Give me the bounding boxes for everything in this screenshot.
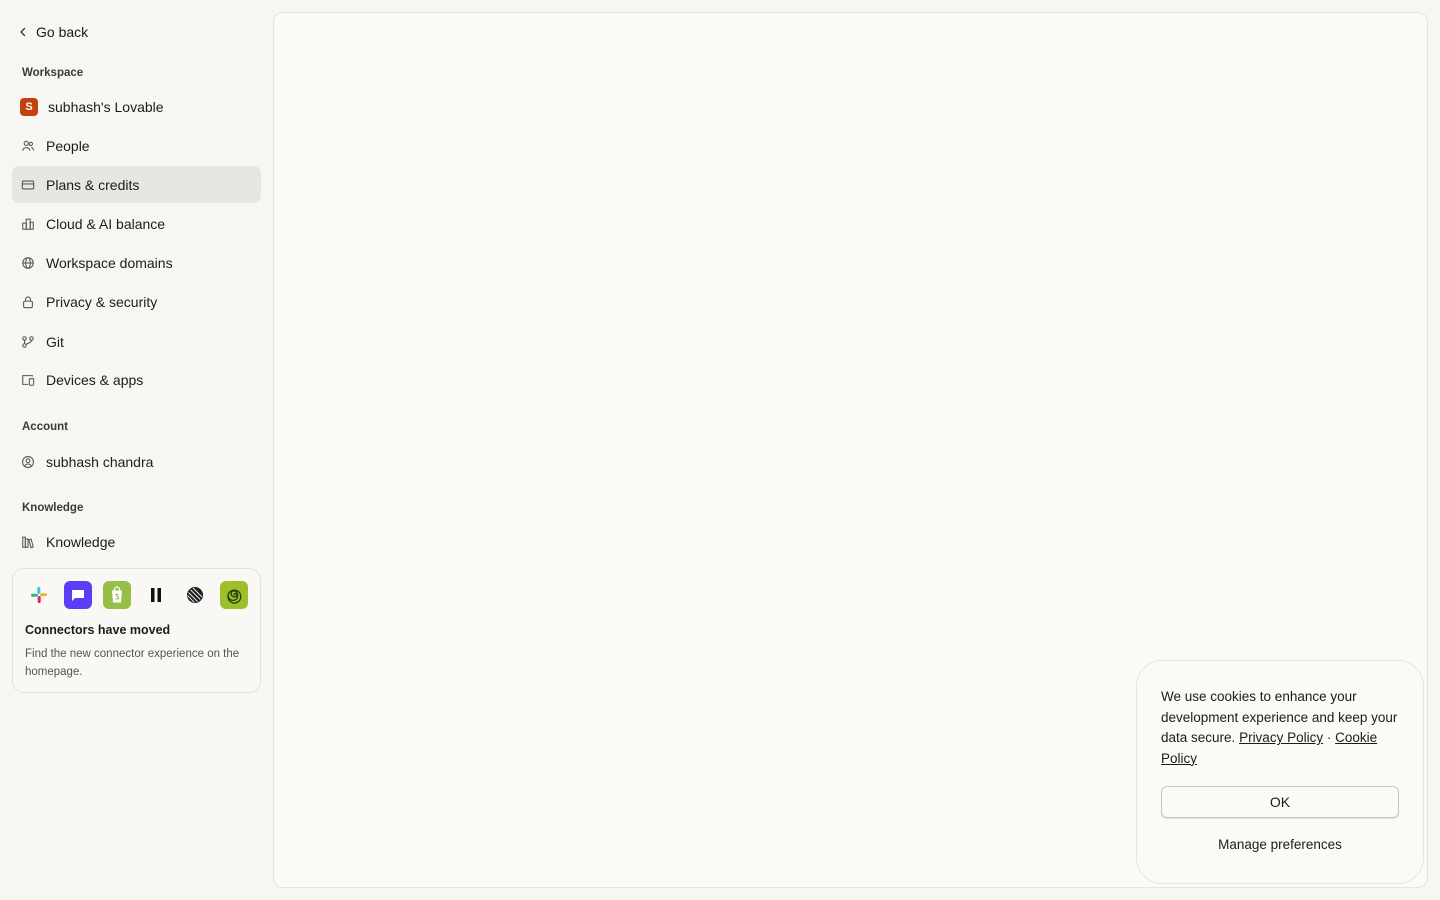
sidebar-item-privacy-security[interactable]: Privacy & security (12, 283, 261, 320)
sidebar-item-label: subhash chandra (46, 453, 154, 470)
git-branch-icon (20, 334, 36, 350)
workspace-badge: S (20, 97, 38, 116)
cookie-banner-text: We use cookies to enhance your developme… (1161, 687, 1399, 769)
credit-card-icon (20, 177, 36, 193)
sidebar-item-cloud-ai-balance[interactable]: Cloud & AI balance (12, 205, 261, 242)
globe-icon (20, 255, 36, 271)
sidebar-item-label: Devices & apps (46, 371, 144, 388)
spiral-app-logo-icon (220, 581, 248, 609)
connector-logos (25, 581, 248, 609)
sidebar-item-label: Cloud & AI balance (46, 215, 166, 232)
ok-button[interactable]: OK (1161, 786, 1399, 818)
link-separator: · (1326, 730, 1332, 745)
sidebar-item-plans-credits[interactable]: Plans & credits (12, 166, 261, 203)
go-back-button[interactable]: Go back (18, 22, 88, 42)
connectors-card-title: Connectors have moved (25, 623, 171, 637)
knowledge-section-label: Knowledge (22, 502, 84, 514)
sidebar-item-account[interactable]: subhash chandra (12, 443, 261, 480)
devices-icon (20, 372, 36, 388)
sidebar-item-label: subhash's Lovable (48, 98, 164, 115)
sidebar-item-label: Privacy & security (46, 293, 158, 310)
go-back-label: Go back (36, 24, 89, 40)
sidebar-item-workspace[interactable]: S subhash's Lovable (12, 88, 261, 125)
sidebar-item-devices-apps[interactable]: Devices & apps (12, 361, 261, 398)
pause-app-logo-icon (142, 581, 170, 609)
chat-app-logo-icon (64, 581, 92, 609)
sidebar-item-people[interactable]: People (12, 127, 261, 164)
library-icon (20, 534, 36, 550)
sidebar: Go back Workspace S subhash's Lovable Pe… (0, 0, 273, 900)
sidebar-item-label: Workspace domains (46, 254, 173, 271)
sidebar-item-label: Plans & credits (46, 176, 140, 193)
buildings-icon (20, 216, 36, 232)
linear-logo-icon (181, 581, 209, 609)
workspace-section-label: Workspace (22, 67, 84, 79)
sidebar-item-label: Git (46, 333, 64, 350)
sidebar-item-workspace-domains[interactable]: Workspace domains (12, 244, 261, 281)
sidebar-item-git[interactable]: Git (12, 323, 261, 360)
slack-logo-icon (25, 581, 53, 609)
sidebar-item-label: Knowledge (46, 533, 116, 550)
people-icon (20, 138, 36, 154)
sidebar-item-label: People (46, 137, 90, 154)
cookie-banner: We use cookies to enhance your developme… (1136, 660, 1424, 884)
connectors-moved-card[interactable]: Connectors have moved Find the new conne… (12, 568, 261, 693)
connectors-card-description: Find the new connector experience on the… (25, 648, 240, 678)
shopify-logo-icon (103, 581, 131, 609)
chevron-left-icon (18, 24, 28, 40)
manage-preferences-button[interactable]: Manage preferences (1161, 828, 1399, 860)
user-circle-icon (20, 454, 36, 470)
account-section-label: Account (22, 421, 68, 433)
lock-icon (20, 294, 36, 310)
sidebar-item-knowledge[interactable]: Knowledge (12, 523, 261, 560)
privacy-policy-link[interactable]: Privacy Policy (1239, 730, 1323, 745)
